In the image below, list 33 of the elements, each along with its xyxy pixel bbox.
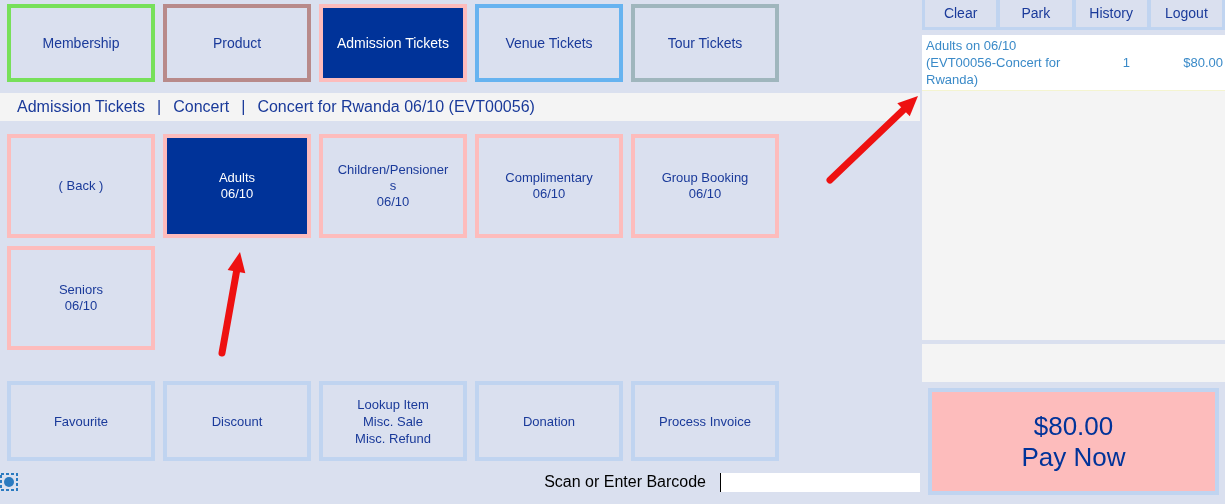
barcode-input[interactable] <box>720 472 920 492</box>
back-button[interactable]: ( Back ) <box>7 134 155 238</box>
toolbar-button[interactable]: History <box>1075 0 1147 27</box>
breadcrumb-separator: | <box>157 97 162 117</box>
category-tile[interactable]: Venue Tickets <box>475 4 623 82</box>
breadcrumb-item[interactable]: Concert <box>173 95 230 119</box>
breadcrumb-item[interactable]: Admission Tickets <box>17 95 146 119</box>
ticket-tile[interactable]: Children/Pensioners 06/10 <box>319 134 467 238</box>
item-quantity: 1 <box>1121 54 1131 71</box>
action-tile[interactable]: Discount <box>163 381 311 461</box>
ticket-tile[interactable]: Seniors 06/10 <box>7 246 155 350</box>
action-tile[interactable]: Favourite <box>7 381 155 461</box>
toolbar-button[interactable]: Clear <box>925 0 997 27</box>
category-tile[interactable]: Admission Tickets <box>319 4 467 82</box>
breadcrumb-separator: | <box>241 97 246 117</box>
item-price: $80.00 <box>1182 54 1224 71</box>
category-tile[interactable]: Membership <box>7 4 155 82</box>
action-tile[interactable]: Donation <box>475 381 623 461</box>
action-tile[interactable]: Lookup Item Misc. Sale Misc. Refund <box>319 381 467 461</box>
item-description: Adults on 06/10 (EVT00056-Concert for Rwanda) <box>925 37 1062 89</box>
barcode-label: Scan or Enter Barcode <box>544 472 706 492</box>
settings-icon[interactable] <box>0 473 18 491</box>
ticket-tile[interactable]: Complimentary 06/10 <box>475 134 623 238</box>
ticket-tile[interactable]: Adults 06/10 <box>163 134 311 238</box>
cart-row[interactable]: Adults on 06/10 (EVT00056-Concert for Rwanda) 1 $80.00 <box>922 35 1225 91</box>
toolbar-button[interactable]: Logout <box>1150 0 1222 27</box>
ticket-tile[interactable]: Group Booking 06/10 <box>631 134 779 238</box>
category-tile[interactable]: Product <box>163 4 311 82</box>
category-tile[interactable]: Tour Tickets <box>631 4 779 82</box>
toolbar-button[interactable]: Park <box>1000 0 1072 27</box>
pay-now-button[interactable]: $80.00 Pay Now <box>928 388 1219 495</box>
breadcrumb-item[interactable]: Concert for Rwanda 06/10 (EVT00056) <box>257 95 535 119</box>
action-tile[interactable]: Process Invoice <box>631 381 779 461</box>
